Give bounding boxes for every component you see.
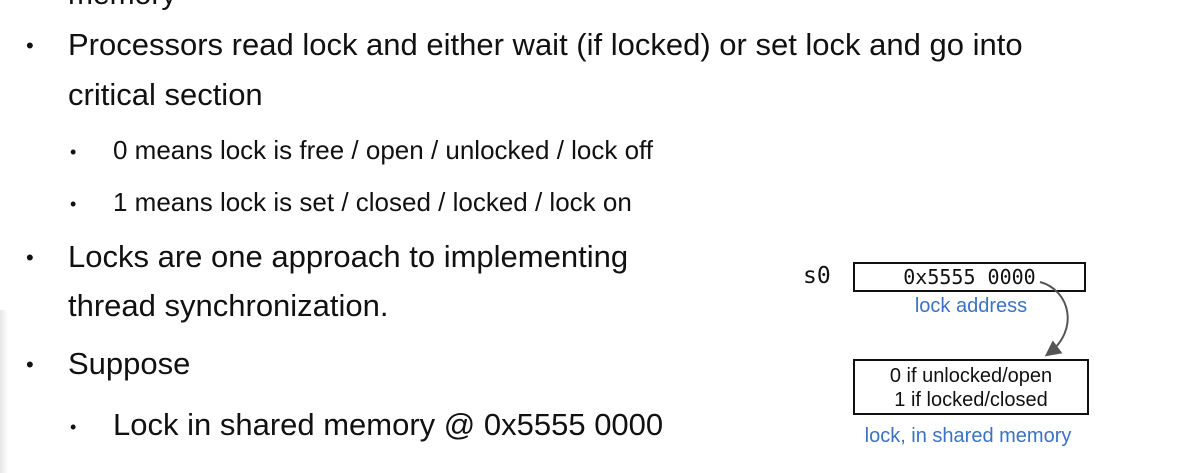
shared-memory-box: 0 if unlocked/open 1 if locked/closed — [853, 359, 1089, 415]
bullet-2-line-1: Locks are one approach to implementing — [68, 239, 629, 274]
register-value: 0x5555 0000 — [903, 265, 1036, 289]
clipped-top-line: memory — [68, 0, 176, 10]
sub-bullet-1-1: 0 means lock is free / open / unlocked /… — [113, 135, 654, 165]
left-edge-shadow — [0, 310, 8, 473]
pointer-arrow-icon — [1039, 281, 1069, 357]
sub-bullet-1-1-marker: • — [70, 142, 77, 162]
bullet-3-line-1: Suppose — [68, 346, 191, 381]
memory-line-2: 1 if locked/closed — [894, 389, 1048, 411]
memory-line-1: 0 if unlocked/open — [889, 365, 1053, 387]
bullet-1-line-1: Processors read lock and either wait (if… — [68, 27, 1023, 62]
memory-caption: lock, in shared memory — [864, 425, 1072, 447]
bullet-2-marker: • — [26, 245, 34, 270]
sub-bullet-1-2: 1 means lock is set / closed / locked / … — [113, 187, 632, 217]
sub-bullet-1-2-marker: • — [70, 194, 77, 214]
register-name: s0 — [803, 263, 831, 289]
sub-bullet-3-1-marker: • — [70, 417, 77, 437]
bullet-1-marker: • — [26, 33, 34, 58]
bullet-3-marker: • — [26, 352, 34, 377]
sub-bullet-3-1: Lock in shared memory @ 0x5555 0000 — [113, 407, 664, 442]
bullet-2-line-2: thread synchronization. — [68, 288, 389, 323]
bullet-1-line-2: critical section — [68, 77, 263, 112]
